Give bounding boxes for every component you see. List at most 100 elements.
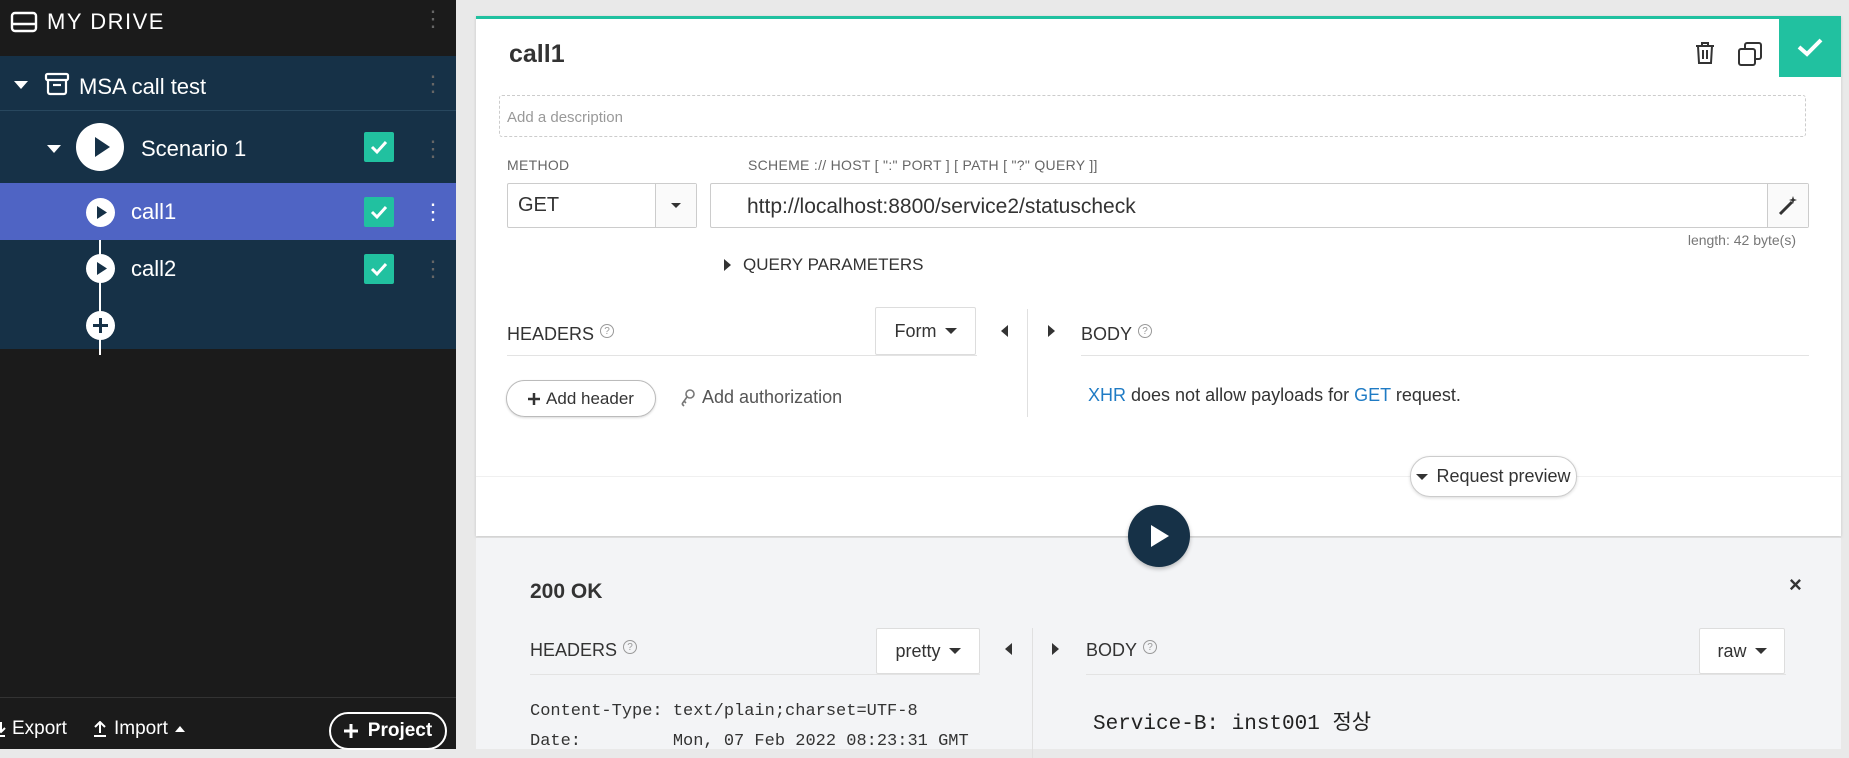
export-link[interactable]: Export (0, 718, 67, 740)
url-format-label: SCHEME :// HOST [ ":" PORT ] [ PATH [ "?… (748, 157, 1098, 173)
caret-down-icon (670, 202, 682, 209)
trash-icon[interactable] (1694, 41, 1716, 65)
close-response-icon[interactable]: × (1789, 572, 1802, 598)
scenario-enabled-checkbox[interactable] (364, 132, 394, 162)
url-value: http://localhost:8800/service2/statusche… (747, 195, 1136, 218)
duplicate-icon[interactable] (1737, 41, 1763, 67)
response-header-line: Date: Mon, 07 Feb 2022 08:23:31 GMT (530, 732, 969, 751)
split-divider[interactable] (1027, 309, 1028, 417)
request-title[interactable]: call1 (509, 40, 565, 69)
xhr-message-end: request. (1390, 385, 1461, 405)
tree-item-project[interactable]: MSA call test ⋮ (0, 56, 456, 111)
response-headers-mode-value: pretty (895, 640, 941, 661)
response-body-mode-select[interactable]: raw (1699, 628, 1785, 674)
collapse-scenario-icon[interactable] (47, 145, 61, 153)
call-menu-icon[interactable]: ⋮ (422, 201, 444, 223)
xhr-message-text: does not allow payloads for (1126, 385, 1355, 405)
add-call-icon[interactable] (86, 311, 115, 340)
response-status: 200 OK (530, 580, 603, 603)
collapse-left-icon[interactable] (1001, 325, 1008, 337)
add-header-label: Add header (546, 388, 634, 408)
headers-mode-value: Form (894, 320, 937, 341)
xhr-link[interactable]: XHR (1088, 385, 1126, 405)
plus-icon (528, 392, 541, 405)
method-select[interactable]: GET (507, 183, 697, 228)
response-headers-label: HEADERS (530, 640, 618, 660)
scenario-menu-icon[interactable]: ⋮ (422, 138, 444, 160)
import-link[interactable]: Import (92, 718, 186, 740)
hard-drive-icon (10, 10, 38, 34)
response-headers-heading: HEADERS? (530, 640, 638, 661)
add-header-button[interactable]: Add header (506, 380, 656, 417)
xhr-payload-message: XHR does not allow payloads for GET requ… (1088, 385, 1461, 406)
call-label: call1 (131, 199, 177, 224)
divider (1086, 674, 1786, 675)
request-body-label: BODY (1081, 324, 1133, 344)
add-authorization-link[interactable]: Add authorization (680, 387, 842, 408)
method-value: GET (518, 194, 560, 216)
caret-down-icon (944, 328, 957, 334)
plus-icon (343, 724, 358, 738)
import-label: Import (114, 718, 168, 739)
caret-down-icon (1754, 648, 1767, 654)
call-enabled-checkbox[interactable] (364, 197, 394, 227)
export-label: Export (12, 718, 67, 739)
call-menu-icon[interactable]: ⋮ (422, 258, 444, 280)
response-header-line: Content-Type: text/plain;charset=UTF-8 (530, 702, 918, 721)
url-helper-button[interactable] (1767, 184, 1808, 227)
request-preview-button[interactable]: Request preview (1410, 456, 1577, 497)
tree-item-call[interactable]: call2 ⋮ (0, 240, 456, 297)
call-label: call2 (131, 256, 177, 281)
send-request-button[interactable] (1128, 505, 1190, 567)
help-icon[interactable]: ? (1143, 640, 1158, 654)
query-parameters-toggle[interactable]: QUERY PARAMETERS (724, 255, 923, 275)
request-headers-heading: HEADERS? (507, 324, 615, 345)
project-label: MSA call test (79, 74, 207, 99)
drive-menu-icon[interactable]: ⋮ (422, 8, 444, 30)
request-preview-label: Request preview (1436, 466, 1571, 486)
call-enabled-checkbox[interactable] (364, 254, 394, 284)
add-project-button[interactable]: Project (329, 712, 447, 750)
tree-item-scenario[interactable]: Scenario 1 ⋮ (0, 112, 456, 183)
help-icon[interactable]: ? (623, 640, 638, 654)
divider (476, 476, 1841, 477)
add-project-label: Project (367, 720, 433, 741)
url-length: length: 42 byte(s) (1687, 232, 1796, 248)
run-call-icon[interactable] (86, 254, 115, 283)
run-call-icon[interactable] (86, 198, 115, 227)
collapse-left-icon[interactable] (1005, 643, 1012, 655)
collapse-right-icon[interactable] (1048, 325, 1055, 337)
run-scenario-icon[interactable] (76, 123, 124, 171)
headers-mode-select[interactable]: Form (875, 307, 976, 355)
checkmark-icon (1797, 37, 1823, 57)
split-divider[interactable] (1032, 628, 1033, 758)
expand-icon (724, 259, 731, 271)
tree-item-add (0, 297, 456, 352)
magic-wand-icon (1778, 194, 1800, 216)
scenario-label: Scenario 1 (141, 136, 247, 161)
tree-item-call[interactable]: call1 ⋮ (0, 183, 456, 240)
method-label: METHOD (507, 157, 570, 173)
save-button[interactable] (1779, 16, 1841, 77)
divider (1081, 355, 1809, 356)
request-body-heading: BODY? (1081, 324, 1153, 345)
get-link[interactable]: GET (1354, 385, 1391, 405)
method-dropdown-button[interactable] (655, 184, 696, 227)
url-input[interactable]: http://localhost:8800/service2/statusche… (710, 183, 1809, 228)
project-menu-icon[interactable]: ⋮ (422, 73, 444, 95)
drive-title: MY DRIVE (47, 9, 165, 34)
response-body-text: Service-B: inst001 정상 (1093, 713, 1372, 736)
help-icon[interactable]: ? (600, 324, 615, 338)
play-icon (1146, 522, 1172, 550)
key-icon (680, 388, 696, 407)
help-icon[interactable]: ? (1138, 324, 1153, 338)
drive-header: MY DRIVE ⋮ (0, 0, 456, 56)
divider (507, 355, 977, 356)
response-body-mode-value: raw (1717, 640, 1747, 661)
description-field[interactable]: Add a description (499, 95, 1806, 137)
collapse-right-icon[interactable] (1052, 643, 1059, 655)
upload-icon (92, 721, 108, 737)
sidebar: MY DRIVE ⋮ MSA call test ⋮ Scenario 1 ⋮ (0, 0, 456, 750)
collapse-project-icon[interactable] (14, 81, 28, 89)
response-headers-mode-select[interactable]: pretty (876, 628, 980, 674)
